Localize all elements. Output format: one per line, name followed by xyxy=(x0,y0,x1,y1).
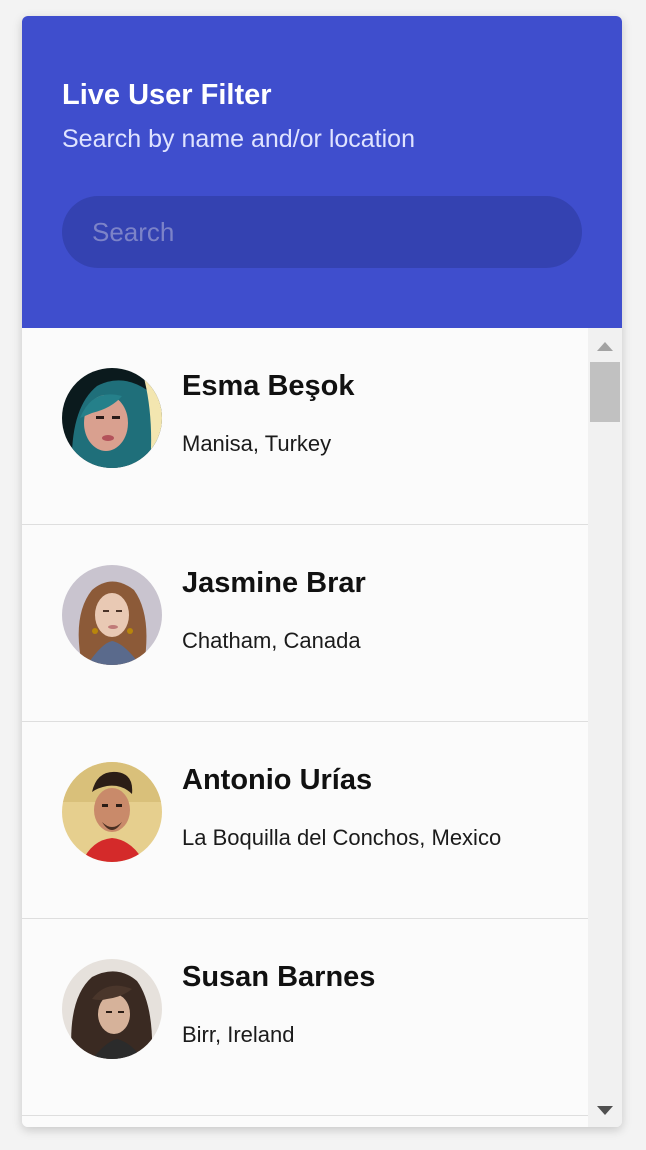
user-filter-card: Live User Filter Search by name and/or l… xyxy=(22,16,622,1127)
scrollbar[interactable] xyxy=(588,328,622,1127)
user-location: Chatham, Canada xyxy=(182,628,361,653)
list-item: Esma Beşok Manisa, Turkey xyxy=(22,328,588,525)
search-input[interactable] xyxy=(62,196,582,268)
list-item: Antonio Urías La Boquilla del Conchos, M… xyxy=(22,722,588,919)
user-name: Susan Barnes xyxy=(182,961,376,993)
user-location: La Boquilla del Conchos, Mexico xyxy=(182,825,502,850)
page-subtitle: Search by name and/or location xyxy=(62,125,415,153)
avatar xyxy=(62,565,162,665)
user-name: Antonio Urías xyxy=(182,764,373,796)
header: Live User Filter Search by name and/or l… xyxy=(22,16,622,328)
user-name: Esma Beşok xyxy=(182,370,355,402)
user-list[interactable]: Esma Beşok Manisa, Turkey Jasmine Brar C xyxy=(22,328,588,1127)
scrollbar-thumb[interactable] xyxy=(590,362,620,422)
avatar xyxy=(62,959,162,1059)
list-item: Susan Barnes Birr, Ireland xyxy=(22,919,588,1116)
page-title: Live User Filter xyxy=(62,79,272,111)
user-location: Birr, Ireland xyxy=(182,1022,295,1047)
avatar xyxy=(62,762,162,862)
list-item: Jasmine Brar Chatham, Canada xyxy=(22,525,588,722)
user-name: Jasmine Brar xyxy=(182,567,366,599)
avatar xyxy=(62,368,162,468)
arrow-up-icon[interactable] xyxy=(597,342,613,351)
arrow-down-icon[interactable] xyxy=(597,1106,613,1115)
user-location: Manisa, Turkey xyxy=(182,431,332,456)
